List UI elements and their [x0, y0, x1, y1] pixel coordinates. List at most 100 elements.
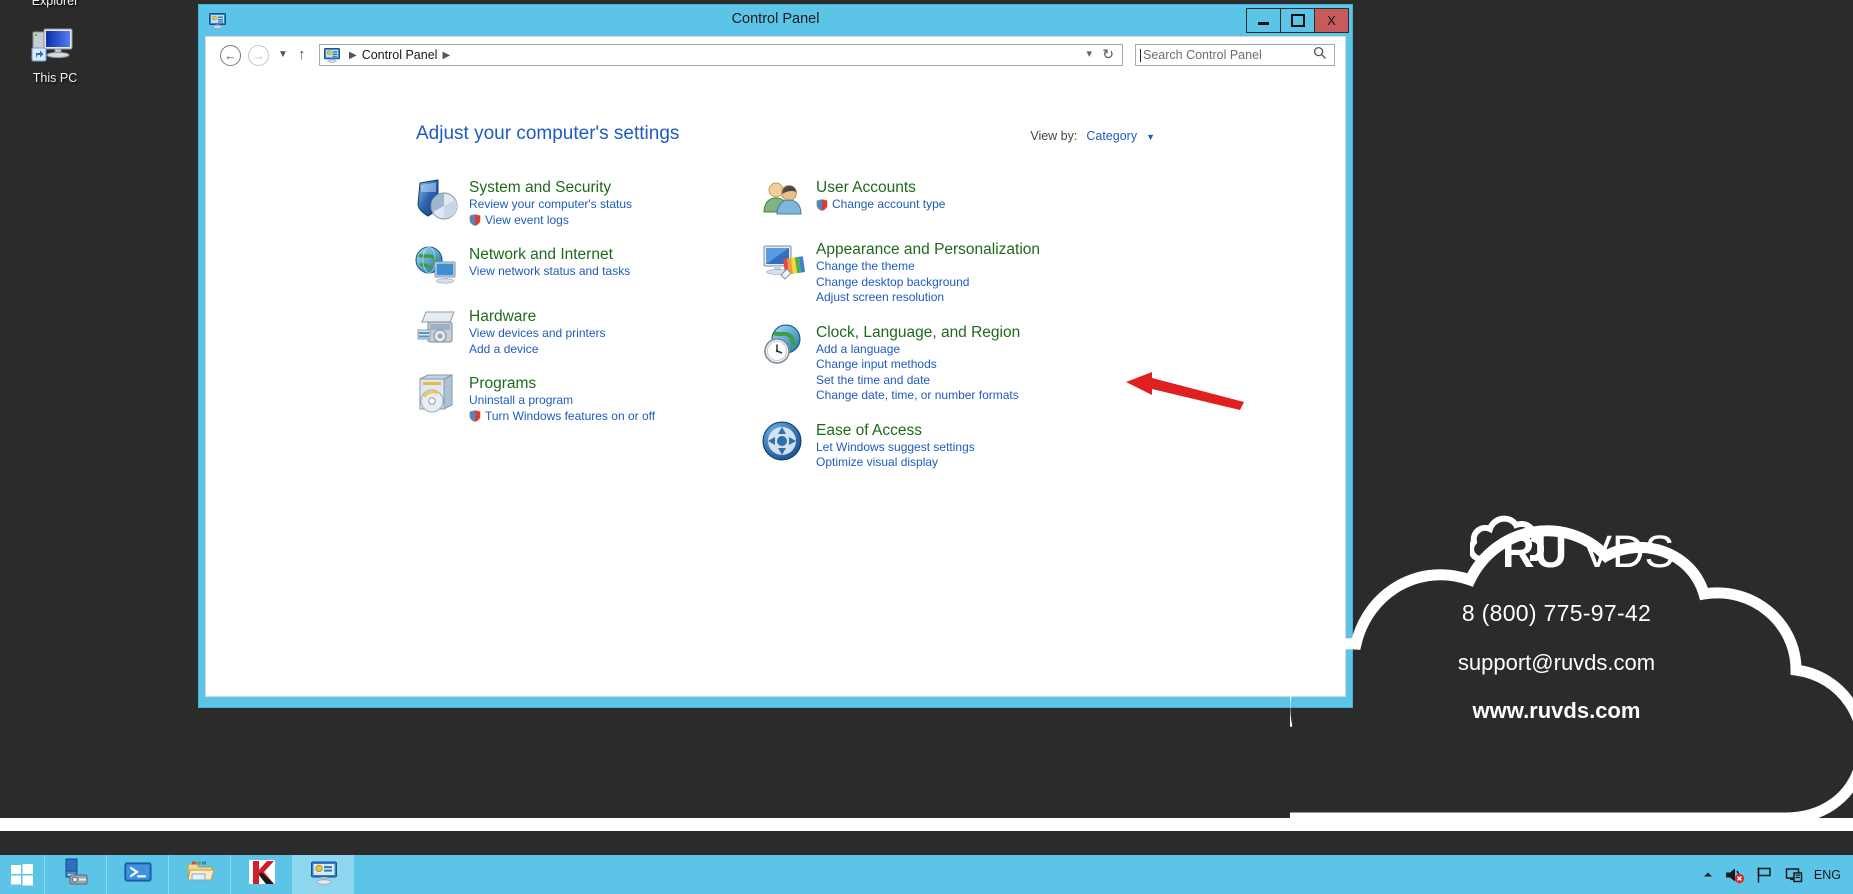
action-center-icon[interactable]: [1785, 866, 1803, 884]
category-link[interactable]: Add a device: [469, 342, 606, 358]
search-input[interactable]: Search Control Panel: [1135, 44, 1335, 66]
programs-disc-icon: [414, 373, 460, 419]
start-button[interactable]: [0, 855, 44, 894]
link-text: Change date, time, or number formats: [816, 388, 1019, 402]
category-body: Network and Internet View network status…: [469, 244, 630, 290]
maximize-button[interactable]: [1280, 8, 1315, 33]
category-link[interactable]: Optimize visual display: [816, 455, 975, 471]
close-button[interactable]: X: [1314, 8, 1349, 33]
globe-monitor-icon: [414, 244, 460, 290]
category-body: Ease of Access Let Windows suggest setti…: [816, 420, 975, 471]
taskbar-empty-area[interactable]: [354, 855, 1696, 894]
chevron-down-icon[interactable]: ▾: [1086, 47, 1092, 60]
search-icon[interactable]: [1313, 46, 1327, 65]
taskbar-item-kaspersky[interactable]: [230, 855, 292, 894]
control-panel-window: Control Panel X ← → ▼ ↑ ▶ Control Panel …: [198, 4, 1353, 708]
category-programs: Programs Uninstall a program Turn Window…: [414, 373, 734, 424]
forward-button[interactable]: →: [248, 45, 269, 66]
category-column-right: User Accounts Change account type Appear…: [761, 177, 1121, 487]
control-panel-icon: [324, 47, 340, 63]
category-link[interactable]: Change input methods: [816, 357, 1020, 373]
category-link-shielded[interactable]: Change account type: [816, 197, 945, 213]
link-text: View event logs: [485, 212, 569, 227]
clock-globe-icon: [761, 322, 807, 368]
ruvds-website: www.ruvds.com: [1472, 698, 1641, 723]
desktop-icon-label: This PC: [32, 71, 78, 85]
printer-icon: [414, 306, 460, 352]
category-body: User Accounts Change account type: [816, 177, 945, 223]
uac-shield-icon: [469, 410, 481, 423]
taskbar-item-server-manager[interactable]: [44, 855, 106, 894]
network-flag-icon[interactable]: [1756, 866, 1774, 884]
category-title[interactable]: Ease of Access: [816, 421, 922, 440]
category-appearance-and-personalization: Appearance and Personalization Change th…: [761, 239, 1121, 306]
link-text: Add a language: [816, 341, 901, 356]
desktop-root: Explorer This PC Control Panel X ← → ▼ ↑…: [0, 0, 1853, 894]
category-link[interactable]: Set the time and date: [816, 373, 1020, 389]
refresh-icon[interactable]: ↻: [1102, 46, 1114, 63]
view-by-control: View by: Category ▼: [1030, 129, 1155, 143]
category-body: Hardware View devices and printers Add a…: [469, 306, 606, 357]
category-clock-language-and-region: Clock, Language, and Region Add a langua…: [761, 322, 1121, 404]
show-hidden-icons-arrow[interactable]: [1702, 869, 1714, 881]
link-text: Set the time and date: [816, 372, 931, 387]
powershell-icon: [124, 858, 152, 891]
link-text: Change input methods: [816, 357, 937, 371]
category-link-shielded[interactable]: Turn Windows features on or off: [469, 409, 655, 425]
content-area: Adjust your computer's settings View by:…: [206, 72, 1345, 696]
up-button[interactable]: ↑: [298, 45, 306, 65]
category-link[interactable]: Change desktop background: [816, 275, 1040, 291]
desktop-cutoff-label: Explorer: [31, 0, 79, 8]
window-body: ← → ▼ ↑ ▶ Control Panel ▶ ▾ ↻ Search Con…: [205, 36, 1346, 697]
category-title[interactable]: Programs: [469, 374, 536, 393]
breadcrumb-separator-icon: ▶: [349, 49, 357, 61]
server-manager-icon: [62, 858, 90, 891]
category-title[interactable]: User Accounts: [816, 178, 916, 197]
window-controls: X: [1246, 8, 1349, 33]
category-title[interactable]: System and Security: [469, 178, 611, 197]
ruvds-logo-icon: RU VDS: [1470, 515, 1675, 577]
category-link-add-a-language[interactable]: Add a language: [816, 342, 1020, 358]
category-link-shielded[interactable]: View event logs: [469, 213, 632, 229]
breadcrumb-separator-icon-2[interactable]: ▶: [442, 50, 450, 61]
address-bar[interactable]: ▶ Control Panel ▶ ▾ ↻: [319, 44, 1123, 66]
category-link[interactable]: View devices and printers: [469, 326, 606, 342]
category-body: Programs Uninstall a program Turn Window…: [469, 373, 655, 424]
volume-muted-icon[interactable]: [1725, 866, 1745, 884]
taskbar: ENG: [0, 855, 1853, 894]
category-title[interactable]: Hardware: [469, 307, 536, 326]
category-link[interactable]: Uninstall a program: [469, 393, 655, 409]
window-titlebar[interactable]: Control Panel X: [199, 5, 1352, 36]
svg-text:VDS: VDS: [1582, 526, 1675, 577]
recent-locations-button[interactable]: ▼: [278, 49, 288, 60]
view-by-label: View by:: [1030, 129, 1078, 143]
this-pc-icon: [31, 22, 79, 66]
back-button[interactable]: ←: [220, 45, 241, 66]
category-link[interactable]: Change date, time, or number formats: [816, 388, 1020, 404]
category-link[interactable]: Let Windows suggest settings: [816, 440, 975, 456]
ruvds-phone: 8 (800) 775-97-42: [1461, 600, 1652, 626]
category-link[interactable]: View network status and tasks: [469, 264, 630, 280]
taskbar-item-file-explorer[interactable]: [168, 855, 230, 894]
category-link[interactable]: Review your computer's status: [469, 197, 632, 213]
category-title[interactable]: Network and Internet: [469, 245, 613, 264]
language-indicator[interactable]: ENG: [1814, 868, 1841, 882]
page-title: Adjust your computer's settings: [416, 123, 680, 144]
chevron-down-icon[interactable]: ▼: [1146, 132, 1155, 142]
user-accounts-icon: [761, 177, 807, 223]
category-body: Appearance and Personalization Change th…: [816, 239, 1040, 306]
category-title[interactable]: Clock, Language, and Region: [816, 323, 1020, 342]
category-link[interactable]: Adjust screen resolution: [816, 290, 1040, 306]
link-text: Optimize visual display: [816, 455, 939, 469]
minimize-button[interactable]: [1246, 8, 1281, 33]
uac-shield-icon: [469, 214, 481, 227]
taskbar-item-control-panel[interactable]: [292, 855, 354, 894]
taskbar-item-powershell[interactable]: [106, 855, 168, 894]
desktop-icon-this-pc[interactable]: This PC: [0, 22, 110, 85]
category-title[interactable]: Appearance and Personalization: [816, 240, 1040, 259]
category-body: System and Security Review your computer…: [469, 177, 632, 228]
view-by-value[interactable]: Category: [1086, 129, 1137, 143]
breadcrumb[interactable]: Control Panel: [362, 48, 438, 62]
link-text: Review your computer's status: [469, 197, 633, 211]
category-link[interactable]: Change the theme: [816, 259, 1040, 275]
